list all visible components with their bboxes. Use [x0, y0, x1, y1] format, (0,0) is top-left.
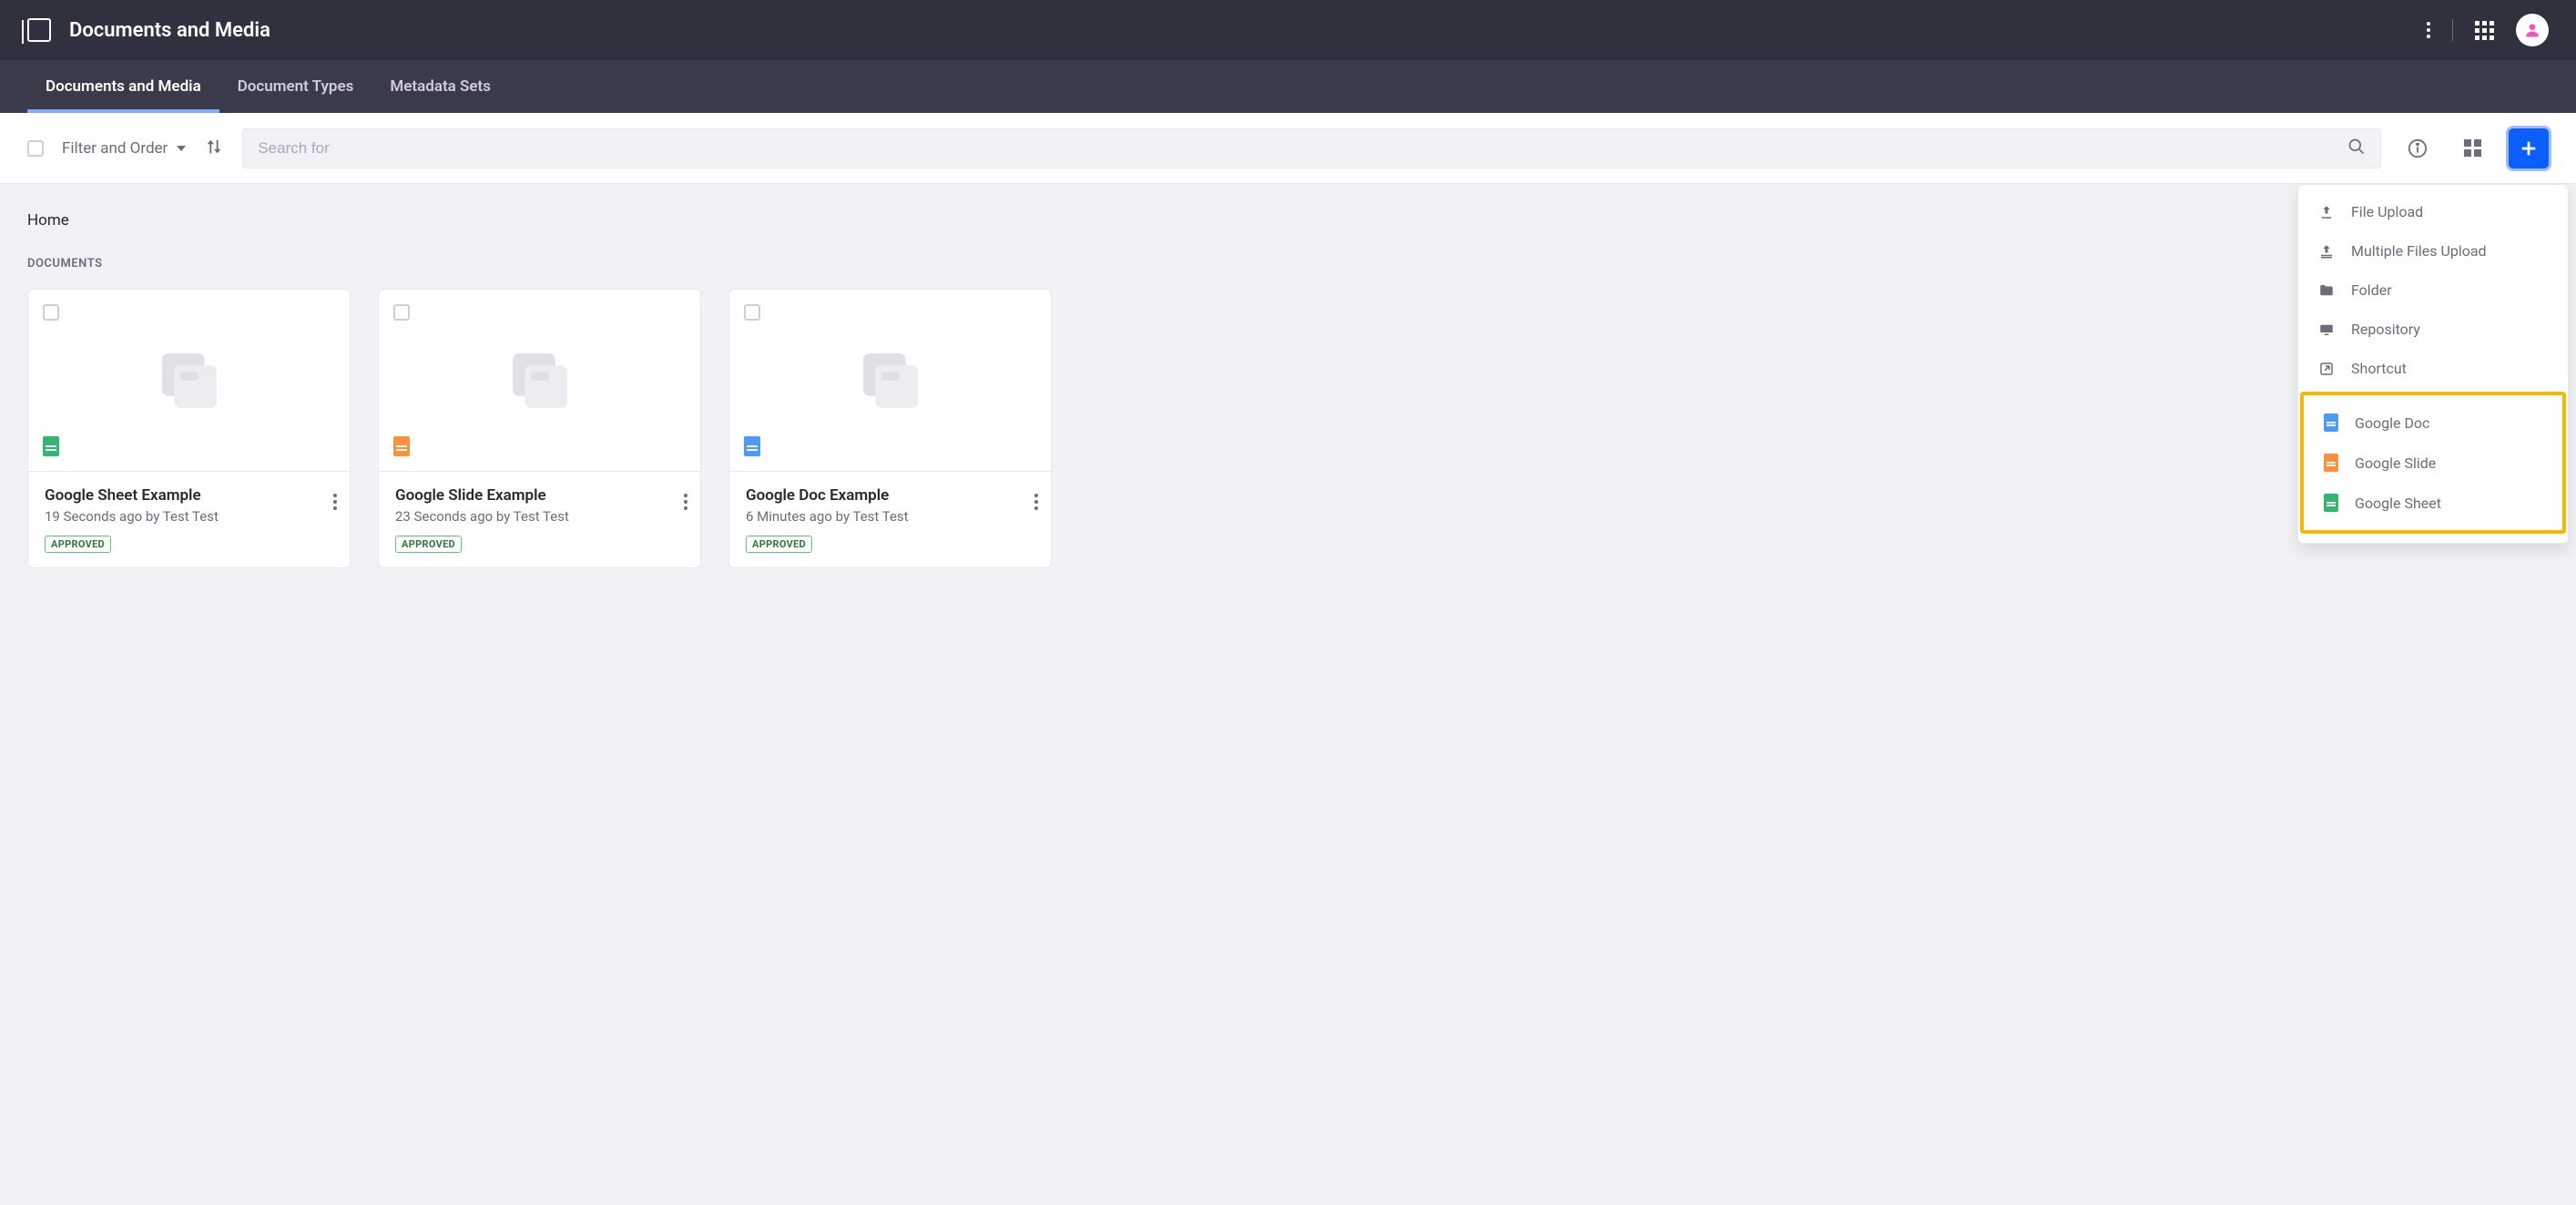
- card-meta: 23 Seconds ago by Test Test: [395, 508, 684, 525]
- dd-repository[interactable]: Repository: [2298, 310, 2568, 349]
- dd-label: Repository: [2351, 321, 2420, 338]
- content: Home DOCUMENTS Google Sheet Example 19 S…: [0, 184, 2576, 596]
- card-meta: 6 Minutes ago by Test Test: [746, 508, 1034, 525]
- filter-order-button[interactable]: Filter and Order: [62, 139, 186, 158]
- card-body: Google Sheet Example 19 Seconds ago by T…: [28, 472, 350, 567]
- dd-label: Google Sheet: [2355, 495, 2441, 512]
- dd-shortcut[interactable]: Shortcut: [2298, 349, 2568, 388]
- user-icon: [2523, 21, 2541, 39]
- google-doc-icon: [2324, 414, 2338, 432]
- dd-file-upload[interactable]: File Upload: [2298, 192, 2568, 231]
- info-button[interactable]: [2399, 130, 2436, 167]
- tab-metadata-sets[interactable]: Metadata Sets: [372, 60, 509, 113]
- cards-grid: Google Sheet Example 19 Seconds ago by T…: [27, 289, 2549, 568]
- separator: [2452, 19, 2453, 41]
- card-checkbox[interactable]: [393, 304, 410, 321]
- toolbar: Filter and Order: [0, 113, 2576, 184]
- card-meta: 19 Seconds ago by Test Test: [45, 508, 333, 525]
- filter-order-label: Filter and Order: [62, 139, 168, 158]
- status-badge: APPROVED: [395, 536, 462, 553]
- plus-icon: [2519, 138, 2539, 158]
- dd-folder[interactable]: Folder: [2298, 271, 2568, 310]
- view-grid-button[interactable]: [2454, 130, 2490, 167]
- status-badge: APPROVED: [45, 536, 111, 553]
- google-items-highlight: Google Doc Google Slide Google Sheet: [2300, 392, 2566, 534]
- tabs-nav: Documents and Media Document Types Metad…: [0, 60, 2576, 113]
- card-preview: [379, 290, 700, 472]
- card-preview: [28, 290, 350, 472]
- repository-icon: [2318, 322, 2335, 338]
- sort-button[interactable]: [204, 137, 224, 160]
- upload-multi-icon: [2318, 243, 2335, 260]
- shortcut-icon: [2318, 361, 2335, 377]
- card-body: Google Slide Example 23 Seconds ago by T…: [379, 472, 700, 567]
- card-title: Google Sheet Example: [45, 486, 333, 505]
- product-menu-icon[interactable]: [27, 18, 51, 42]
- search-box: [242, 128, 2381, 168]
- kebab-menu-icon[interactable]: [2427, 22, 2430, 38]
- card-kebab-menu[interactable]: [333, 494, 337, 510]
- dd-label: Google Slide: [2355, 454, 2436, 472]
- tab-documents-and-media[interactable]: Documents and Media: [27, 60, 219, 113]
- add-dropdown: File Upload Multiple Files Upload Folder…: [2297, 184, 2569, 544]
- google-sheet-icon: [2324, 494, 2338, 512]
- page-title: Documents and Media: [69, 19, 270, 42]
- document-card[interactable]: Google Slide Example 23 Seconds ago by T…: [378, 289, 701, 568]
- dd-label: Google Doc: [2355, 414, 2429, 432]
- file-type-badge-slide: [393, 436, 410, 456]
- select-all-checkbox[interactable]: [27, 140, 44, 157]
- breadcrumb-home: Home: [27, 211, 69, 230]
- google-slide-icon: [2324, 454, 2338, 472]
- document-preview-icon: [854, 344, 927, 417]
- grid-view-icon: [2464, 139, 2481, 157]
- add-button[interactable]: [2509, 128, 2549, 168]
- header-top: Documents and Media: [0, 0, 2576, 60]
- dd-google-slide[interactable]: Google Slide: [2304, 443, 2562, 483]
- tab-label: Document Types: [238, 77, 354, 96]
- dd-label: File Upload: [2351, 203, 2423, 220]
- file-type-badge-sheet: [43, 436, 59, 456]
- search-icon: [2347, 138, 2366, 156]
- document-preview-icon: [153, 344, 226, 417]
- card-checkbox[interactable]: [744, 304, 760, 321]
- section-title: DOCUMENTS: [27, 257, 2549, 271]
- card-body: Google Doc Example 6 Minutes ago by Test…: [729, 472, 1051, 567]
- tab-label: Metadata Sets: [390, 77, 491, 96]
- folder-icon: [2318, 282, 2335, 299]
- status-badge: APPROVED: [746, 536, 812, 553]
- card-checkbox[interactable]: [43, 304, 59, 321]
- card-preview: [729, 290, 1051, 472]
- header-right: [2427, 14, 2549, 46]
- document-preview-icon: [504, 344, 576, 417]
- header-left: Documents and Media: [27, 18, 270, 42]
- dd-label: Multiple Files Upload: [2351, 242, 2487, 260]
- document-card[interactable]: Google Doc Example 6 Minutes ago by Test…: [728, 289, 1052, 568]
- dd-google-sheet[interactable]: Google Sheet: [2304, 483, 2562, 523]
- dd-label: Shortcut: [2351, 360, 2407, 377]
- search-button[interactable]: [2347, 138, 2366, 159]
- tab-label: Documents and Media: [46, 77, 201, 96]
- file-type-badge-doc: [744, 436, 760, 456]
- card-kebab-menu[interactable]: [1034, 494, 1038, 510]
- document-card[interactable]: Google Sheet Example 19 Seconds ago by T…: [27, 289, 351, 568]
- info-icon: [2408, 138, 2428, 158]
- apps-grid-icon[interactable]: [2475, 21, 2494, 40]
- card-title: Google Slide Example: [395, 486, 684, 505]
- sort-arrows-icon: [204, 137, 224, 157]
- search-input[interactable]: [258, 139, 2347, 158]
- dd-label: Folder: [2351, 281, 2392, 299]
- breadcrumb[interactable]: Home: [27, 211, 2549, 230]
- chevron-down-icon: [177, 146, 186, 151]
- upload-icon: [2318, 204, 2335, 220]
- avatar[interactable]: [2516, 14, 2549, 46]
- dd-multiple-upload[interactable]: Multiple Files Upload: [2298, 231, 2568, 271]
- tab-document-types[interactable]: Document Types: [219, 60, 372, 113]
- toolbar-right: [2399, 128, 2549, 168]
- dd-google-doc[interactable]: Google Doc: [2304, 403, 2562, 443]
- card-kebab-menu[interactable]: [684, 494, 687, 510]
- card-title: Google Doc Example: [746, 486, 1034, 505]
